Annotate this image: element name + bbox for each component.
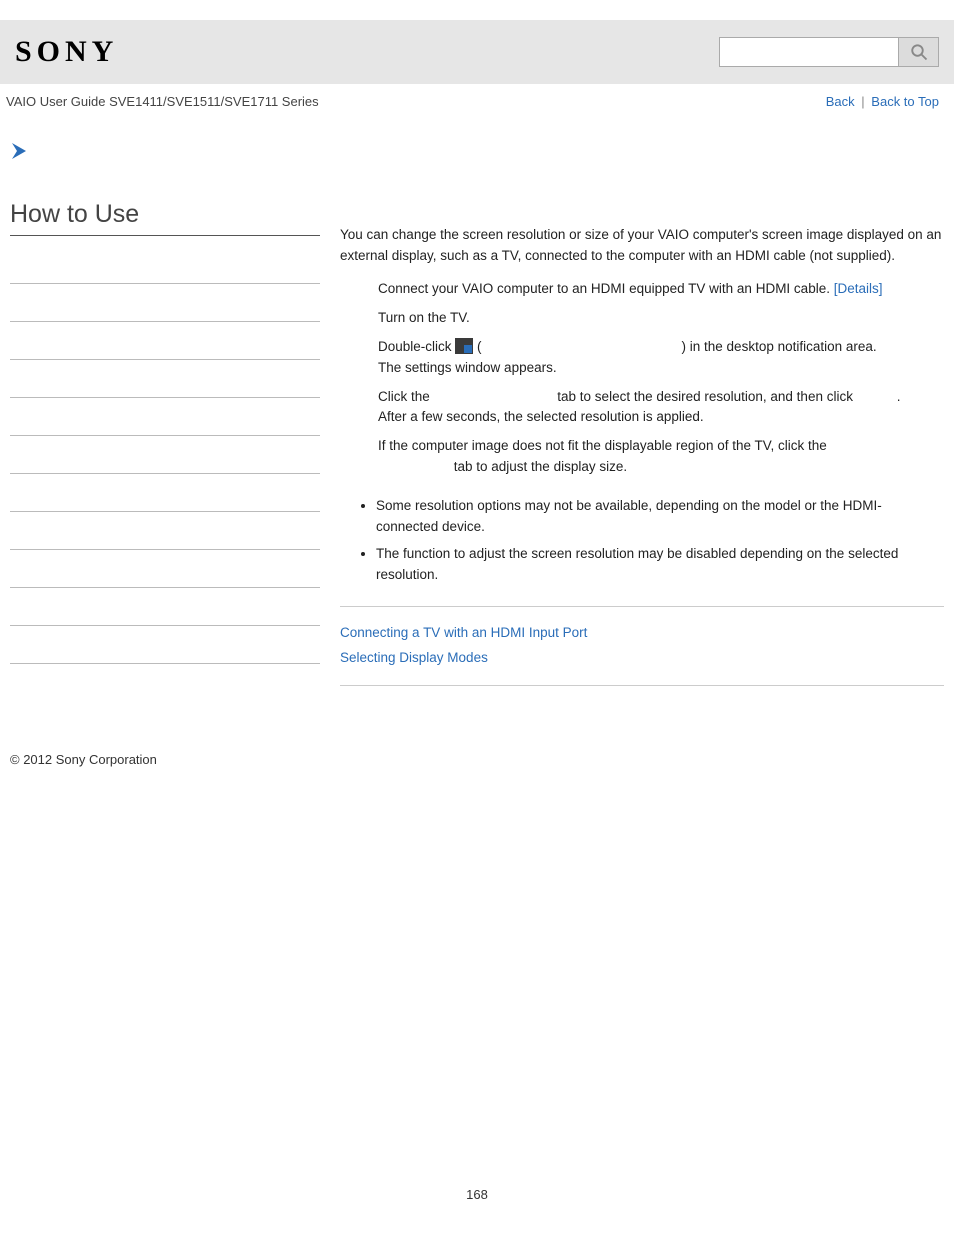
step-4-c: . [897, 389, 901, 404]
divider [340, 685, 944, 686]
sidebar-item[interactable] [10, 284, 320, 322]
step-1: Connect your VAIO computer to an HDMI eq… [378, 279, 944, 300]
sidebar-item[interactable] [10, 512, 320, 550]
intro-text: You can change the screen resolution or … [340, 225, 944, 267]
related-link[interactable]: Connecting a TV with an HDMI Input Port [340, 623, 944, 644]
sidebar-heading: How to Use [10, 200, 320, 236]
step-3: Double-click ( ) in the desktop notificat… [378, 337, 944, 379]
step-4-b: tab to select the desired resolution, an… [554, 389, 857, 404]
header-bar: SONY [0, 20, 954, 84]
step-2: Turn on the TV. [378, 308, 944, 329]
sony-logo: SONY [15, 35, 118, 69]
nav-links: Back | Back to Top [826, 94, 939, 109]
step-5-a: If the computer image does not fit the d… [378, 438, 827, 453]
search-input[interactable] [719, 37, 899, 67]
sidebar: How to Use [10, 175, 320, 702]
related-links: Connecting a TV with an HDMI Input Port … [340, 623, 944, 669]
related-link[interactable]: Selecting Display Modes [340, 648, 944, 669]
chevron-right-icon [8, 140, 38, 162]
note-item: The function to adjust the screen resolu… [376, 544, 944, 586]
sidebar-item[interactable] [10, 588, 320, 626]
page-number: 168 [0, 787, 954, 1222]
step-4: Click the tab to select the desired reso… [378, 387, 944, 429]
step-1-text: Connect your VAIO computer to an HDMI eq… [378, 281, 834, 296]
guide-title: VAIO User Guide SVE1411/SVE1511/SVE1711 … [6, 94, 319, 109]
step-5: If the computer image does not fit the d… [378, 436, 944, 478]
sidebar-item[interactable] [10, 436, 320, 474]
nav-separator: | [861, 94, 864, 109]
sidebar-item[interactable] [10, 626, 320, 664]
sidebar-item[interactable] [10, 474, 320, 512]
tray-program-icon [455, 338, 473, 354]
step-3-b: ( [473, 339, 481, 354]
step-4-a: Click the [378, 389, 434, 404]
sidebar-item[interactable] [10, 550, 320, 588]
sidebar-rows [10, 246, 320, 664]
sidebar-item[interactable] [10, 246, 320, 284]
sidebar-item[interactable] [10, 322, 320, 360]
step-4-sub: After a few seconds, the selected resolu… [378, 407, 944, 428]
back-link[interactable]: Back [826, 94, 855, 109]
step-3-a: Double-click [378, 339, 455, 354]
step-3-sub: The settings window appears. [378, 358, 944, 379]
notes-list: Some resolution options may not be avail… [358, 496, 944, 586]
divider [340, 606, 944, 607]
search-button[interactable] [899, 37, 939, 67]
note-item: Some resolution options may not be avail… [376, 496, 944, 538]
back-to-top-link[interactable]: Back to Top [871, 94, 939, 109]
sub-header: VAIO User Guide SVE1411/SVE1511/SVE1711 … [0, 84, 954, 115]
step-5-b: tab to adjust the display size. [450, 459, 627, 474]
details-link[interactable]: [Details] [834, 281, 883, 296]
search-group [719, 37, 939, 67]
main-content: You can change the screen resolution or … [340, 175, 944, 702]
breadcrumb-arrow[interactable] [0, 115, 954, 175]
sidebar-item[interactable] [10, 360, 320, 398]
search-icon [910, 43, 928, 61]
steps-list: Connect your VAIO computer to an HDMI eq… [340, 279, 944, 478]
sidebar-item[interactable] [10, 398, 320, 436]
copyright-footer: © 2012 Sony Corporation [0, 702, 954, 787]
step-3-c: ) in the desktop notification area. [682, 339, 877, 354]
